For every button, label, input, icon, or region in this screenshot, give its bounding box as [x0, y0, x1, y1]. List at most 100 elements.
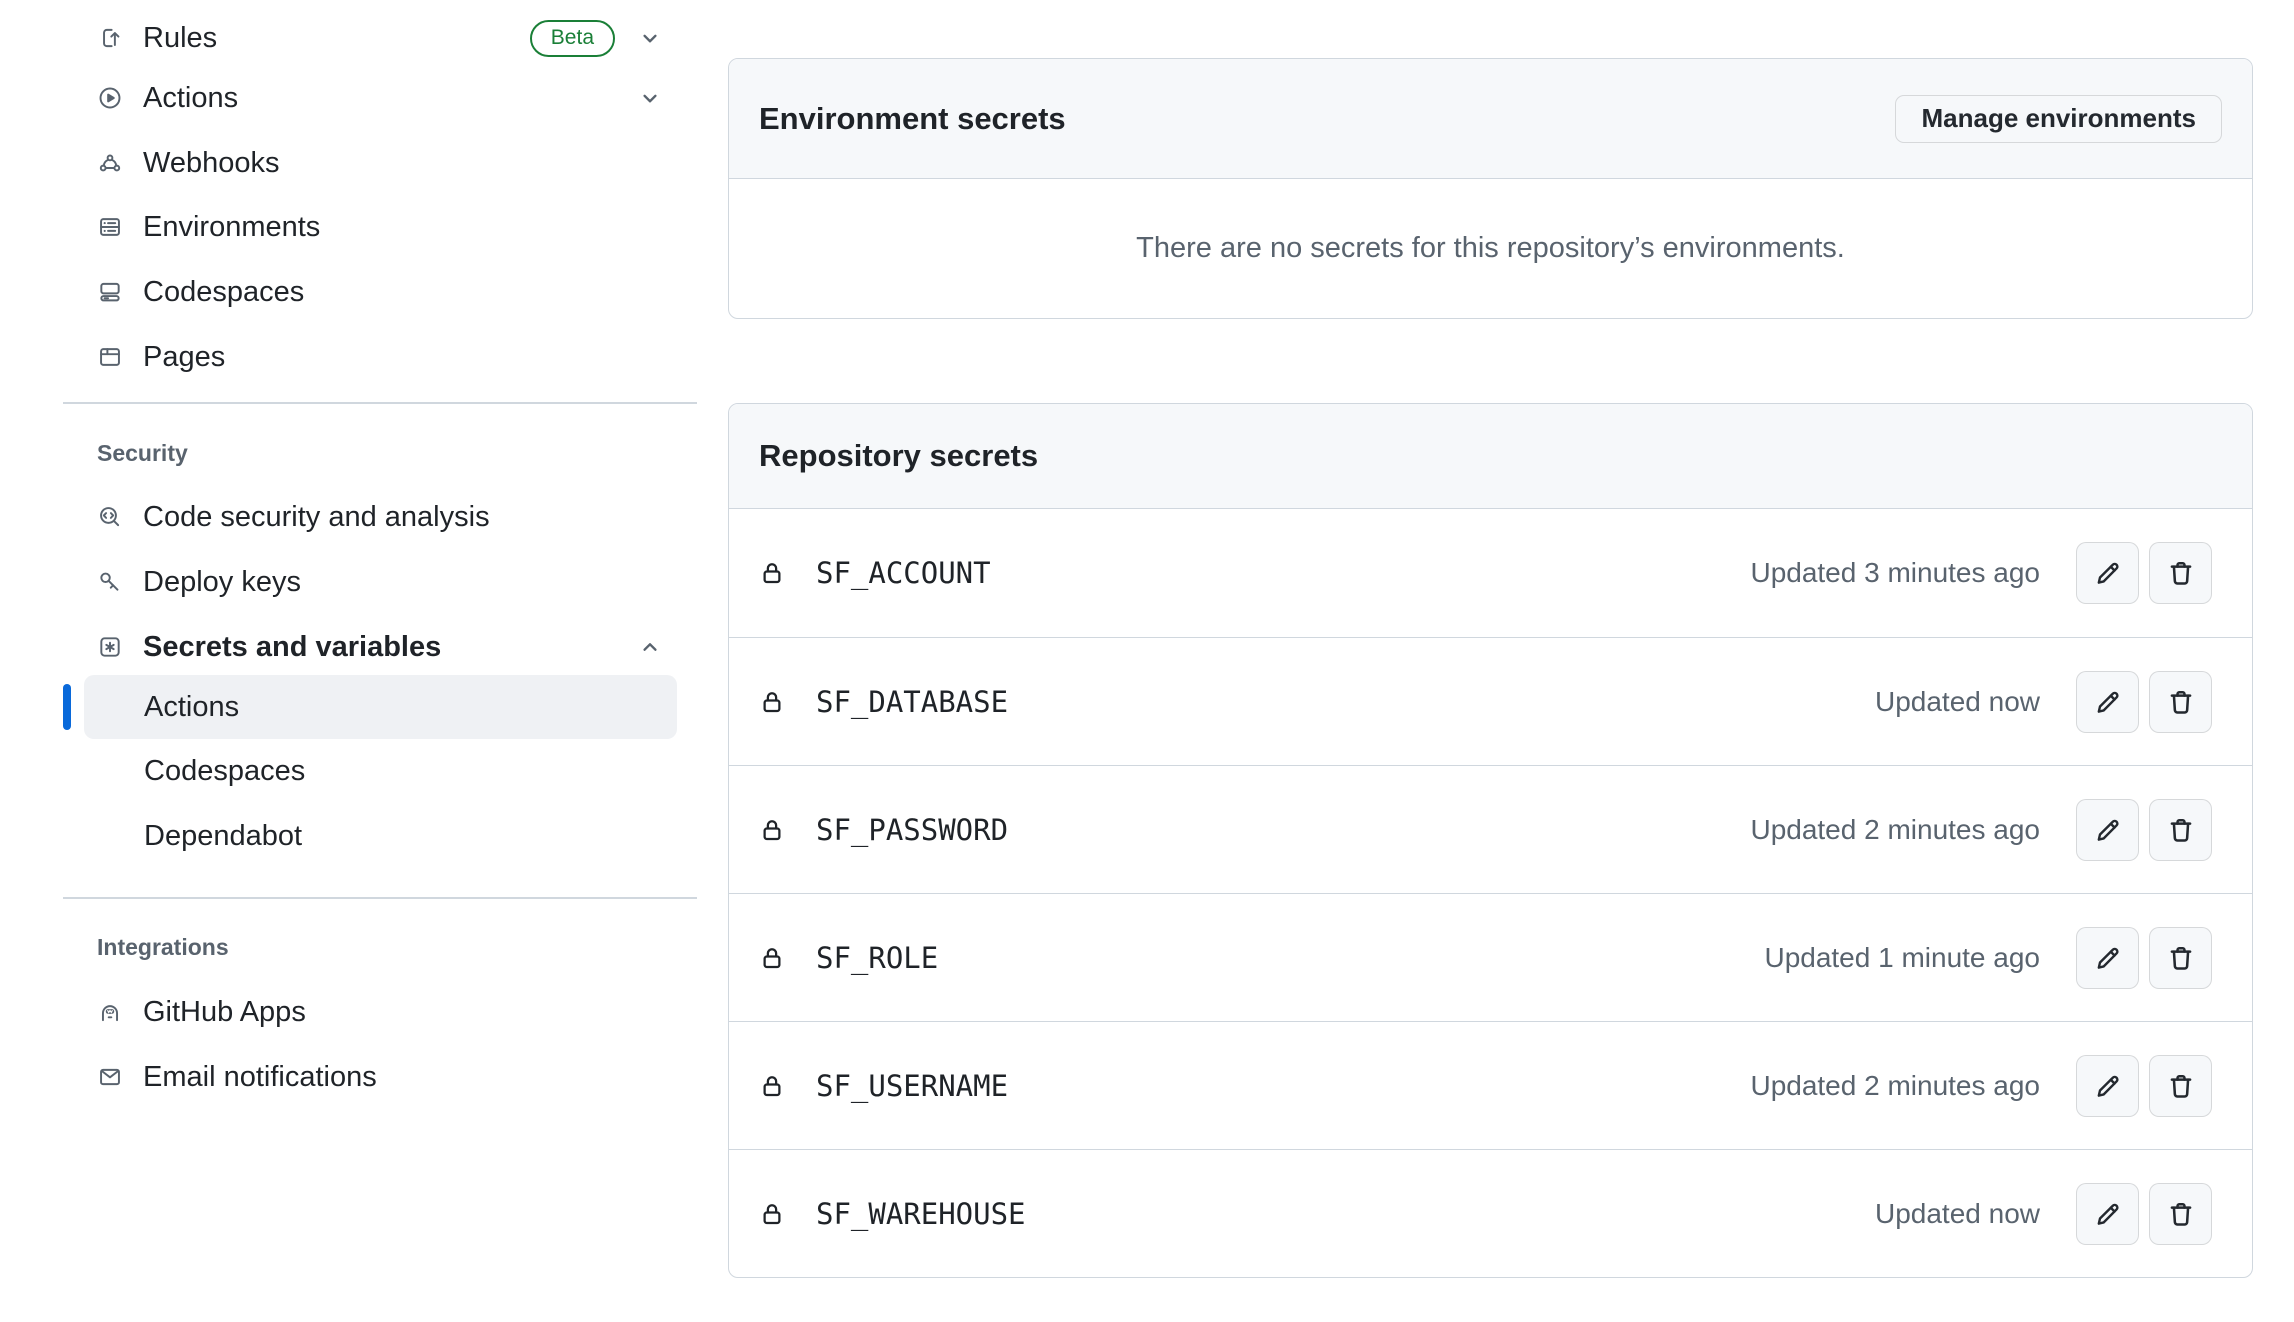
- secret-updated: Updated 1 minute ago: [1764, 942, 2040, 974]
- lock-icon: [757, 943, 787, 973]
- edit-secret-button[interactable]: [2076, 1183, 2139, 1245]
- delete-secret-button[interactable]: [2149, 927, 2212, 989]
- pencil-icon: [2092, 1070, 2124, 1102]
- rules-icon: [97, 25, 123, 51]
- trash-icon: [2165, 814, 2197, 846]
- secret-name: SF_PASSWORD: [816, 813, 1008, 847]
- environment-secrets-empty-message: There are no secrets for this repository…: [729, 179, 2252, 318]
- codescan-icon: [97, 504, 123, 530]
- secret-updated: Updated 2 minutes ago: [1750, 814, 2040, 846]
- secret-row: SF_DATABASE Updated now: [729, 637, 2252, 765]
- lock-icon: [757, 815, 787, 845]
- trash-icon: [2165, 942, 2197, 974]
- sidebar-item-pages[interactable]: Pages: [63, 325, 683, 389]
- secret-updated: Updated now: [1875, 1198, 2040, 1230]
- sidebar-divider: [63, 402, 697, 404]
- sidebar-item-label: Webhooks: [143, 147, 280, 180]
- trash-icon: [2165, 686, 2197, 718]
- sidebar-section-security: Security: [97, 440, 188, 466]
- trash-icon: [2165, 1070, 2197, 1102]
- sidebar-item-secrets-and-variables[interactable]: Secrets and variables: [63, 615, 683, 679]
- delete-secret-button[interactable]: [2149, 1055, 2212, 1117]
- repository-secrets-header: Repository secrets: [729, 404, 2252, 509]
- sidebar-item-webhooks[interactable]: Webhooks: [63, 131, 683, 195]
- mail-icon: [97, 1064, 123, 1090]
- edit-secret-button[interactable]: [2076, 1055, 2139, 1117]
- delete-secret-button[interactable]: [2149, 671, 2212, 733]
- sidebar-item-label: Actions: [143, 82, 238, 115]
- server-icon: [97, 214, 123, 240]
- pencil-icon: [2092, 1198, 2124, 1230]
- sidebar-item-code-security[interactable]: Code security and analysis: [63, 485, 683, 549]
- sidebar-divider: [63, 897, 697, 899]
- delete-secret-button[interactable]: [2149, 542, 2212, 604]
- chevron-down-icon: [637, 85, 663, 111]
- sidebar-item-rules[interactable]: Rules Beta: [63, 6, 683, 70]
- sidebar-subitem-label: Dependabot: [144, 820, 302, 853]
- sidebar-item-codespaces[interactable]: Codespaces: [63, 260, 683, 324]
- webhook-icon: [97, 150, 123, 176]
- sidebar-item-environments[interactable]: Environments: [63, 195, 683, 259]
- repository-secrets-card: Repository secrets SF_ACCOUNT Updated 3 …: [728, 403, 2253, 1278]
- lock-icon: [757, 1071, 787, 1101]
- hubot-icon: [97, 999, 123, 1025]
- edit-secret-button[interactable]: [2076, 671, 2139, 733]
- browser-icon: [97, 344, 123, 370]
- secret-name: SF_ROLE: [816, 941, 938, 975]
- environment-secrets-card: Environment secrets Manage environments …: [728, 58, 2253, 319]
- sidebar-item-label: GitHub Apps: [143, 996, 306, 1029]
- sidebar-item-label: Secrets and variables: [143, 631, 441, 664]
- secret-updated: Updated 2 minutes ago: [1750, 1070, 2040, 1102]
- play-icon: [97, 85, 123, 111]
- secret-row: SF_ACCOUNT Updated 3 minutes ago: [729, 509, 2252, 637]
- secret-name: SF_DATABASE: [816, 685, 1008, 719]
- beta-badge: Beta: [530, 20, 615, 57]
- sidebar-subitem-dependabot[interactable]: Dependabot: [84, 804, 677, 868]
- sidebar-subitem-label: Codespaces: [144, 755, 305, 788]
- lock-icon: [757, 687, 787, 717]
- sidebar-item-label: Codespaces: [143, 276, 304, 309]
- sidebar-item-label: Pages: [143, 341, 225, 374]
- environment-secrets-header: Environment secrets Manage environments: [729, 59, 2252, 179]
- secret-updated: Updated now: [1875, 686, 2040, 718]
- sidebar-subitem-actions[interactable]: Actions: [84, 675, 677, 739]
- chevron-down-icon: [637, 25, 663, 51]
- sidebar-section-integrations: Integrations: [97, 934, 229, 960]
- sidebar-item-label: Code security and analysis: [143, 501, 490, 534]
- sidebar-item-label: Environments: [143, 211, 320, 244]
- secret-updated: Updated 3 minutes ago: [1750, 557, 2040, 589]
- secret-name: SF_WAREHOUSE: [816, 1197, 1026, 1231]
- sidebar-item-label: Deploy keys: [143, 566, 301, 599]
- edit-secret-button[interactable]: [2076, 542, 2139, 604]
- pencil-icon: [2092, 557, 2124, 589]
- secret-name: SF_ACCOUNT: [816, 556, 991, 590]
- asterisk-box-icon: [97, 634, 123, 660]
- sidebar-item-email-notifications[interactable]: Email notifications: [63, 1045, 683, 1109]
- sidebar-subitem-codespaces[interactable]: Codespaces: [84, 739, 677, 803]
- codespaces-icon: [97, 279, 123, 305]
- sidebar-item-github-apps[interactable]: GitHub Apps: [63, 980, 683, 1044]
- repo-settings-page: Rules Beta Actions Webhooks Environments…: [0, 0, 2294, 1322]
- manage-environments-button[interactable]: Manage environments: [1895, 95, 2222, 143]
- lock-icon: [757, 1199, 787, 1229]
- sidebar-item-label: Email notifications: [143, 1061, 377, 1094]
- sidebar-item-label: Rules: [143, 22, 217, 55]
- pencil-icon: [2092, 686, 2124, 718]
- sidebar-item-actions[interactable]: Actions: [63, 66, 683, 130]
- pencil-icon: [2092, 942, 2124, 974]
- secret-row: SF_PASSWORD Updated 2 minutes ago: [729, 765, 2252, 893]
- trash-icon: [2165, 557, 2197, 589]
- delete-secret-button[interactable]: [2149, 799, 2212, 861]
- lock-icon: [757, 558, 787, 588]
- sidebar-item-deploy-keys[interactable]: Deploy keys: [63, 550, 683, 614]
- edit-secret-button[interactable]: [2076, 927, 2139, 989]
- key-icon: [97, 569, 123, 595]
- secret-row: SF_USERNAME Updated 2 minutes ago: [729, 1021, 2252, 1149]
- sidebar-subitem-label: Actions: [144, 691, 239, 724]
- edit-secret-button[interactable]: [2076, 799, 2139, 861]
- trash-icon: [2165, 1198, 2197, 1230]
- delete-secret-button[interactable]: [2149, 1183, 2212, 1245]
- chevron-up-icon: [637, 634, 663, 660]
- card-title: Environment secrets: [759, 101, 1066, 137]
- secret-row: SF_WAREHOUSE Updated now: [729, 1149, 2252, 1277]
